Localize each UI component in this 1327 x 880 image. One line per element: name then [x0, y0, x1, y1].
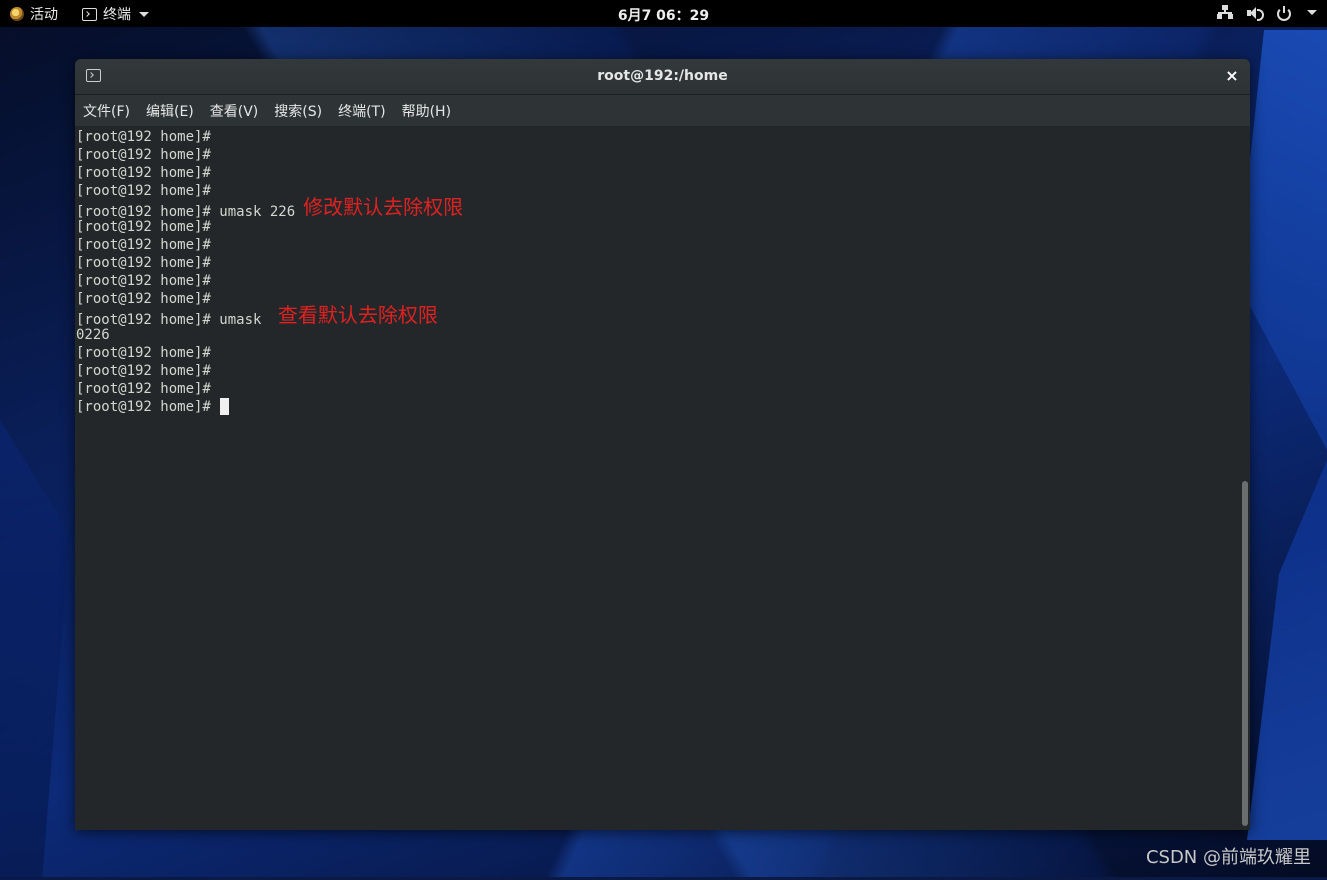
- terminal-line-text: [root@192 home]#: [76, 291, 211, 307]
- terminal-line: [root@192 home]#: [76, 380, 1238, 398]
- terminal-line-text: [root@192 home]#: [76, 399, 220, 415]
- terminal-line: [root@192 home]# umask 226 修改默认去除权限: [76, 197, 1238, 220]
- terminal-line: [root@192 home]#: [76, 344, 1238, 362]
- terminal-line-text: [root@192 home]#: [76, 255, 211, 271]
- terminal-window: root@192:/home × 文件(F) 编辑(E) 查看(V) 搜索(S)…: [75, 59, 1250, 830]
- power-icon: [1277, 5, 1291, 21]
- terminal-line: [root@192 home]#: [76, 128, 1238, 146]
- menu-file[interactable]: 文件(F): [83, 101, 130, 121]
- terminal-line: [root@192 home]#: [76, 362, 1238, 380]
- terminal-line-text: [root@192 home]#: [76, 129, 211, 145]
- scrollbar[interactable]: [1238, 126, 1250, 830]
- system-status-menu[interactable]: [1217, 5, 1317, 21]
- terminal-line: [root@192 home]#: [76, 290, 1238, 308]
- terminal-output[interactable]: [root@192 home]# [root@192 home]# [root@19…: [75, 126, 1238, 830]
- terminal-line: [root@192 home]#: [76, 398, 1238, 416]
- annotation-text: 查看默认去除权限: [277, 303, 438, 327]
- terminal-line-text: [root@192 home]#: [76, 183, 211, 199]
- terminal-line-text: 0226: [76, 327, 110, 343]
- terminal-line: [root@192 home]#: [76, 272, 1238, 290]
- terminal-line: [root@192 home]#: [76, 146, 1238, 164]
- terminal-line: [root@192 home]#: [76, 218, 1238, 236]
- terminal-line-text: [root@192 home]#: [76, 363, 211, 379]
- terminal-line: 0226: [76, 326, 1238, 344]
- watermark: CSDN @前端玖耀里: [1145, 847, 1311, 868]
- terminal-line-text: [root@192 home]#: [76, 165, 211, 181]
- chevron-down-icon: [1307, 10, 1317, 15]
- clock-container: 6月7 06：29: [0, 5, 1327, 25]
- terminal-line: [root@192 home]#: [76, 236, 1238, 254]
- terminal-line-text: [root@192 home]#: [76, 381, 211, 397]
- annotation-text: 修改默认去除权限: [303, 195, 464, 219]
- close-button[interactable]: ×: [1222, 66, 1242, 86]
- top-bar: 活动 终端 6月7 06：29: [0, 0, 1327, 27]
- window-title: root@192:/home: [597, 68, 728, 84]
- menu-search[interactable]: 搜索(S): [274, 101, 322, 121]
- window-titlebar[interactable]: root@192:/home ×: [75, 59, 1250, 95]
- menu-terminal[interactable]: 终端(T): [338, 101, 385, 121]
- terminal-line: [root@192 home]#: [76, 254, 1238, 272]
- terminal-line-text: [root@192 home]#: [76, 237, 211, 253]
- text-cursor: [220, 398, 230, 415]
- terminal-line-text: [root@192 home]#: [76, 147, 211, 163]
- menu-edit[interactable]: 编辑(E): [146, 101, 194, 121]
- terminal-line: [root@192 home]#: [76, 182, 1238, 200]
- terminal-line: [root@192 home]#: [76, 164, 1238, 182]
- volume-icon: [1247, 6, 1264, 21]
- scrollbar-thumb[interactable]: [1242, 481, 1248, 826]
- wallpaper-shape: [1247, 460, 1327, 840]
- menu-help[interactable]: 帮助(H): [402, 101, 451, 121]
- menu-bar: 文件(F) 编辑(E) 查看(V) 搜索(S) 终端(T) 帮助(H): [75, 95, 1250, 126]
- menu-view[interactable]: 查看(V): [210, 101, 259, 121]
- wallpaper-shape: [1237, 30, 1327, 450]
- terminal-line-text: [root@192 home]#: [76, 219, 211, 235]
- wallpaper-shape: [0, 420, 70, 880]
- terminal-line-text: [root@192 home]#: [76, 273, 211, 289]
- terminal-line: [root@192 home]# umask 查看默认去除权限: [76, 305, 1238, 328]
- terminal-line-text: [root@192 home]#: [76, 345, 211, 361]
- network-icon: [1217, 5, 1233, 20]
- clock[interactable]: 6月7 06：29: [618, 8, 709, 24]
